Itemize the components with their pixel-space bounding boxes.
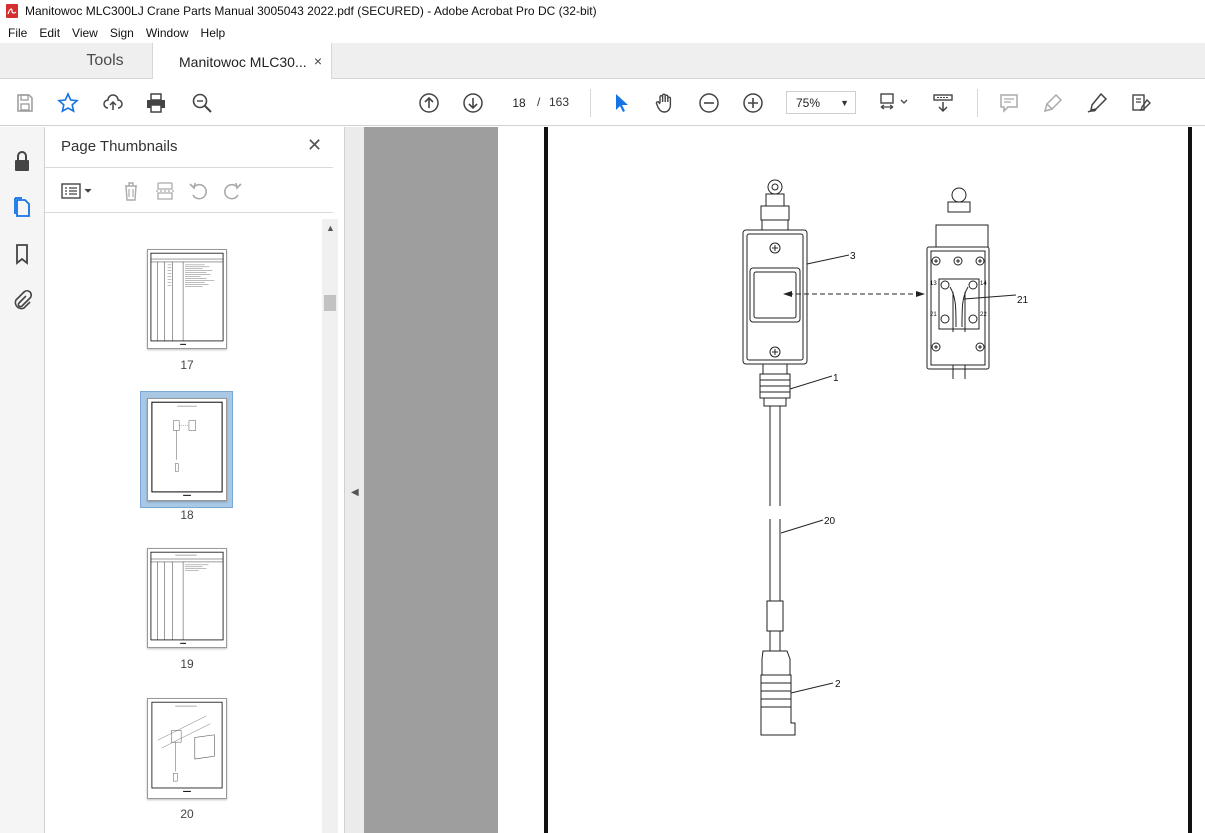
thumbnails-list[interactable]: 17 18 19 20	[45, 214, 333, 833]
window-title: Manitowoc MLC300LJ Crane Parts Manual 30…	[25, 4, 597, 18]
hand-tool-icon[interactable]	[652, 90, 678, 116]
thumbnail-page-17[interactable]	[147, 249, 227, 349]
thumbnail-label: 20	[180, 807, 194, 821]
chevron-down-icon: ▼	[840, 98, 849, 108]
collapse-arrow-icon: ◀	[351, 487, 359, 498]
zoom-in-icon[interactable]	[740, 90, 766, 116]
save-icon[interactable]	[12, 90, 38, 116]
document-page: 3 21 1 20 2 13 14 21 22	[498, 127, 1205, 833]
panel-title: Page Thumbnails	[61, 138, 178, 155]
thumbnails-panel: Page Thumbnails ✕ 17 18 19 20 ▲	[45, 127, 345, 833]
menu-edit[interactable]: Edit	[33, 26, 66, 40]
callout-1: 1	[833, 373, 839, 384]
menu-help[interactable]: Help	[195, 26, 232, 40]
page-frame-right	[1188, 127, 1192, 833]
thumbnail-page-19-image	[150, 551, 224, 644]
menu-window[interactable]: Window	[140, 26, 195, 40]
tab-document-label: Manitowoc MLC30...	[179, 53, 307, 70]
lock-icon[interactable]	[10, 149, 34, 173]
thumbnail-page-18-image	[151, 401, 223, 496]
select-cursor-icon[interactable]	[608, 90, 634, 116]
bookmark-star-icon[interactable]	[55, 90, 81, 116]
fit-page-icon[interactable]	[875, 90, 913, 116]
callout-3: 3	[850, 251, 856, 262]
main-toolbar	[0, 79, 1205, 126]
panel-collapse-handle[interactable]: ◀	[345, 127, 364, 833]
terminal-label: 21	[930, 312, 937, 318]
zoom-select[interactable]: 75% ▼	[786, 91, 856, 114]
parts-drawing	[742, 179, 1017, 736]
print-icon[interactable]	[143, 90, 169, 116]
rotate-left-icon[interactable]	[188, 180, 210, 202]
menu-file[interactable]: File	[2, 26, 33, 40]
page-separator: /	[537, 95, 541, 109]
terminal-label: 13	[930, 281, 937, 287]
thumbnails-scrollbar[interactable]	[322, 219, 338, 833]
document-view[interactable]: 3 21 1 20 2 13 14 21 22	[364, 127, 1205, 833]
left-rail	[0, 127, 45, 833]
rotate-right-icon[interactable]	[221, 180, 243, 202]
tab-tools[interactable]: Tools	[58, 43, 152, 79]
scroll-up-icon[interactable]: ▲	[326, 223, 335, 233]
thumbnail-page-17-image	[150, 252, 224, 345]
bookmarks-icon[interactable]	[10, 242, 34, 266]
thumbnail-label: 18	[180, 508, 194, 522]
thumbnail-page-20[interactable]	[147, 698, 227, 799]
zoom-out-icon[interactable]	[696, 90, 722, 116]
panel-close-button[interactable]: ✕	[307, 135, 322, 156]
callout-2: 2	[835, 679, 841, 690]
thumbnail-page-20-image	[151, 701, 223, 792]
page-up-icon[interactable]	[416, 90, 442, 116]
menu-bar: File Edit View Sign Window Help	[0, 22, 1205, 43]
thumbnail-page-19[interactable]	[147, 548, 227, 648]
acrobat-app-icon	[6, 4, 18, 18]
toolbar-divider	[977, 89, 978, 117]
tab-bar: Tools Manitowoc MLC30... ×	[0, 43, 1205, 80]
tab-document[interactable]: Manitowoc MLC30... ×	[152, 43, 332, 80]
toolbar-divider	[590, 89, 591, 117]
sign-icon[interactable]	[1084, 90, 1110, 116]
menu-view[interactable]: View	[66, 26, 104, 40]
page-total: 163	[549, 95, 570, 109]
thumbnail-label: 17	[180, 358, 194, 372]
title-bar: Manitowoc MLC300LJ Crane Parts Manual 30…	[0, 0, 1205, 22]
comment-icon[interactable]	[996, 90, 1022, 116]
tab-close-button[interactable]: ×	[314, 53, 322, 69]
share-upload-icon[interactable]	[100, 90, 126, 116]
callout-21: 21	[1017, 295, 1029, 306]
terminal-label: 22	[980, 312, 987, 318]
extract-page-icon[interactable]	[154, 180, 176, 202]
delete-page-icon[interactable]	[120, 180, 142, 202]
scrollbar-thumb[interactable]	[324, 295, 336, 311]
page-number-input[interactable]: 18	[504, 91, 534, 113]
scroll-mode-icon[interactable]	[930, 90, 956, 116]
find-zoom-icon[interactable]	[189, 90, 215, 116]
highlight-icon[interactable]	[1040, 90, 1066, 116]
thumbnails-toolbar	[45, 167, 333, 213]
thumbnail-label: 19	[180, 657, 194, 671]
thumbnail-page-18[interactable]	[147, 398, 227, 501]
fill-sign-icon[interactable]	[1128, 90, 1154, 116]
page-down-icon[interactable]	[460, 90, 486, 116]
page-frame-left	[544, 127, 548, 833]
page-thumbnails-icon[interactable]	[10, 195, 34, 219]
terminal-label: 14	[980, 281, 987, 287]
thumbnail-options-icon[interactable]	[60, 180, 96, 202]
menu-sign[interactable]: Sign	[104, 26, 140, 40]
attachments-icon[interactable]	[10, 288, 34, 312]
zoom-value: 75%	[796, 95, 821, 110]
callout-20: 20	[824, 516, 836, 527]
